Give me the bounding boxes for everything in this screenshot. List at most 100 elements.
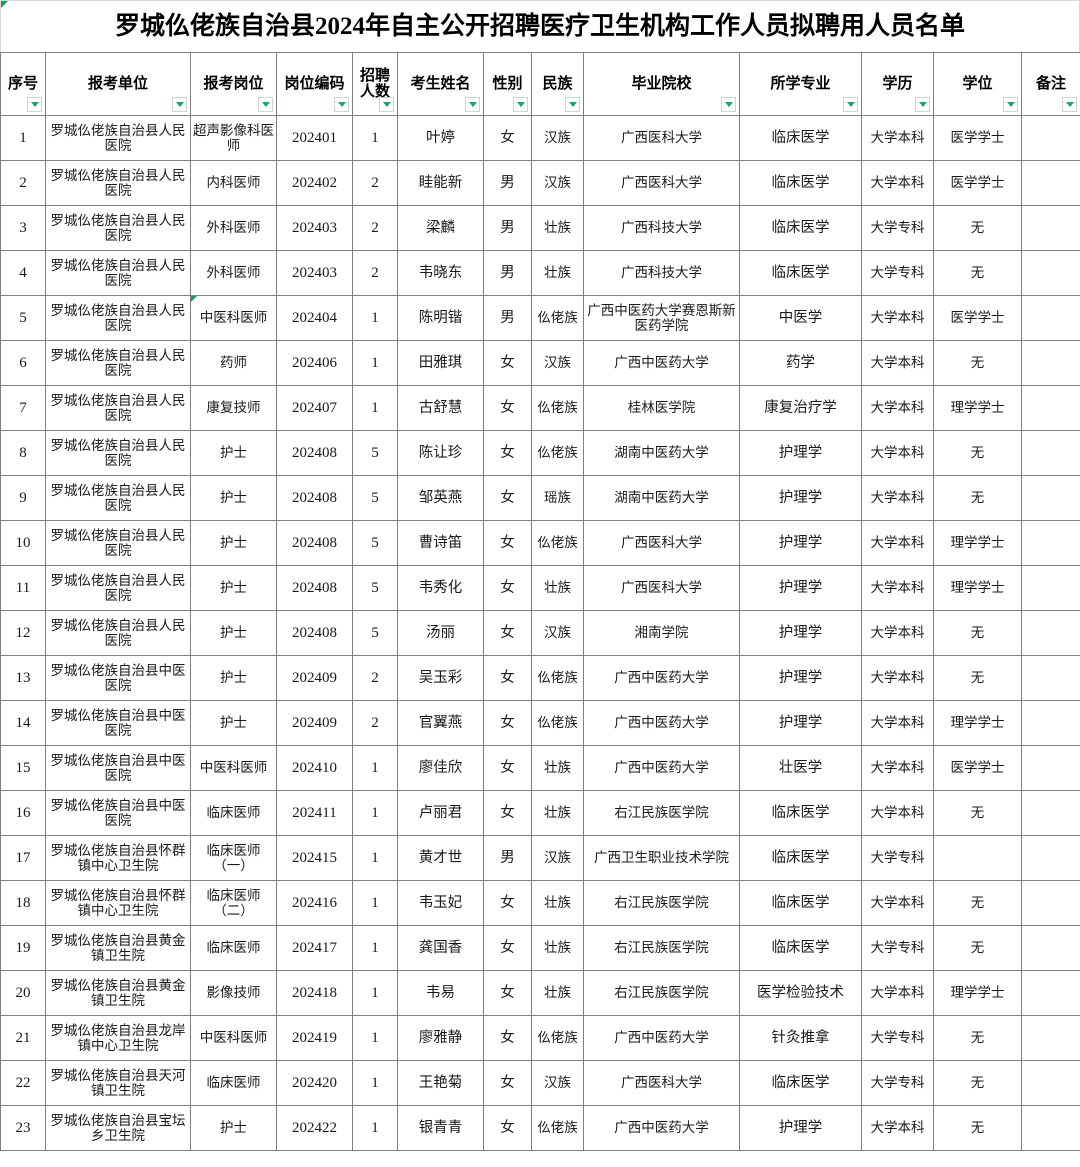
cell-candidate-name[interactable]: 吴玉彩 bbox=[397, 655, 484, 701]
cell-education[interactable]: 大学本科 bbox=[861, 610, 934, 656]
cell-unit[interactable]: 罗城仫佬族自治县怀群镇中心卫生院 bbox=[45, 835, 191, 881]
cell-code[interactable]: 202404 bbox=[276, 295, 353, 341]
column-header-index[interactable]: 序号 bbox=[0, 52, 46, 116]
cell-major[interactable]: 护理学 bbox=[739, 700, 862, 746]
cell-ethnicity[interactable]: 壮族 bbox=[531, 880, 584, 926]
cell-count[interactable]: 1 bbox=[352, 745, 398, 791]
cell-post[interactable]: 护士 bbox=[190, 430, 277, 476]
cell-note[interactable] bbox=[1021, 565, 1080, 611]
cell-sex[interactable]: 男 bbox=[483, 205, 532, 251]
cell-unit[interactable]: 罗城仫佬族自治县黄金镇卫生院 bbox=[45, 925, 191, 971]
cell-count[interactable]: 1 bbox=[352, 1060, 398, 1106]
cell-sex[interactable]: 女 bbox=[483, 610, 532, 656]
cell-index[interactable]: 3 bbox=[0, 205, 46, 251]
cell-note[interactable] bbox=[1021, 160, 1080, 206]
cell-school[interactable]: 广西中医药大学 bbox=[583, 1105, 740, 1151]
cell-ethnicity[interactable]: 壮族 bbox=[531, 970, 584, 1016]
cell-sex[interactable]: 女 bbox=[483, 475, 532, 521]
cell-school[interactable]: 广西中医药大学 bbox=[583, 340, 740, 386]
cell-post[interactable]: 护士 bbox=[190, 655, 277, 701]
cell-ethnicity[interactable]: 仫佬族 bbox=[531, 520, 584, 566]
cell-count[interactable]: 2 bbox=[352, 700, 398, 746]
cell-major[interactable]: 护理学 bbox=[739, 520, 862, 566]
cell-unit[interactable]: 罗城仫佬族自治县人民医院 bbox=[45, 430, 191, 476]
cell-major[interactable]: 医学检验技术 bbox=[739, 970, 862, 1016]
cell-code[interactable]: 202410 bbox=[276, 745, 353, 791]
cell-candidate-name[interactable]: 韦易 bbox=[397, 970, 484, 1016]
cell-school[interactable]: 广西中医药大学 bbox=[583, 1015, 740, 1061]
cell-school[interactable]: 广西医科大学 bbox=[583, 565, 740, 611]
cell-school[interactable]: 广西科技大学 bbox=[583, 205, 740, 251]
cell-sex[interactable]: 女 bbox=[483, 1105, 532, 1151]
cell-count[interactable]: 1 bbox=[352, 1105, 398, 1151]
cell-count[interactable]: 1 bbox=[352, 790, 398, 836]
filter-dropdown-icon-unit[interactable] bbox=[172, 97, 187, 112]
cell-major[interactable]: 护理学 bbox=[739, 1105, 862, 1151]
cell-degree[interactable]: 理学学士 bbox=[933, 565, 1022, 611]
cell-major[interactable]: 临床医学 bbox=[739, 205, 862, 251]
cell-unit[interactable]: 罗城仫佬族自治县黄金镇卫生院 bbox=[45, 970, 191, 1016]
cell-note[interactable] bbox=[1021, 295, 1080, 341]
cell-education[interactable]: 大学本科 bbox=[861, 385, 934, 431]
cell-unit[interactable]: 罗城仫佬族自治县人民医院 bbox=[45, 520, 191, 566]
cell-unit[interactable]: 罗城仫佬族自治县中医医院 bbox=[45, 790, 191, 836]
cell-major[interactable]: 临床医学 bbox=[739, 790, 862, 836]
cell-ethnicity[interactable]: 壮族 bbox=[531, 790, 584, 836]
cell-note[interactable] bbox=[1021, 610, 1080, 656]
cell-school[interactable]: 右江民族医学院 bbox=[583, 880, 740, 926]
cell-ethnicity[interactable]: 汉族 bbox=[531, 835, 584, 881]
cell-count[interactable]: 5 bbox=[352, 565, 398, 611]
filter-dropdown-icon-degree[interactable] bbox=[1003, 97, 1018, 112]
cell-count[interactable]: 5 bbox=[352, 430, 398, 476]
cell-ethnicity[interactable]: 仫佬族 bbox=[531, 1015, 584, 1061]
cell-post[interactable]: 护士 bbox=[190, 520, 277, 566]
cell-education[interactable]: 大学本科 bbox=[861, 430, 934, 476]
cell-unit[interactable]: 罗城仫佬族自治县中医医院 bbox=[45, 700, 191, 746]
cell-degree[interactable]: 医学学士 bbox=[933, 160, 1022, 206]
cell-education[interactable]: 大学专科 bbox=[861, 205, 934, 251]
filter-dropdown-icon-code[interactable] bbox=[334, 97, 349, 112]
cell-candidate-name[interactable]: 叶婷 bbox=[397, 115, 484, 161]
cell-post[interactable]: 护士 bbox=[190, 1105, 277, 1151]
cell-major[interactable]: 护理学 bbox=[739, 565, 862, 611]
cell-note[interactable] bbox=[1021, 115, 1080, 161]
cell-count[interactable]: 1 bbox=[352, 295, 398, 341]
cell-sex[interactable]: 男 bbox=[483, 295, 532, 341]
cell-degree[interactable]: 无 bbox=[933, 1015, 1022, 1061]
cell-candidate-name[interactable]: 韦晓东 bbox=[397, 250, 484, 296]
cell-post[interactable]: 中医科医师 bbox=[190, 1015, 277, 1061]
cell-ethnicity[interactable]: 瑶族 bbox=[531, 475, 584, 521]
cell-code[interactable]: 202403 bbox=[276, 250, 353, 296]
cell-ethnicity[interactable]: 汉族 bbox=[531, 160, 584, 206]
cell-sex[interactable]: 女 bbox=[483, 385, 532, 431]
cell-post[interactable]: 临床医师（二） bbox=[190, 880, 277, 926]
cell-education[interactable]: 大学本科 bbox=[861, 880, 934, 926]
cell-post[interactable]: 中医科医师 bbox=[190, 745, 277, 791]
cell-count[interactable]: 2 bbox=[352, 655, 398, 701]
cell-note[interactable] bbox=[1021, 250, 1080, 296]
cell-ethnicity[interactable]: 壮族 bbox=[531, 925, 584, 971]
cell-note[interactable] bbox=[1021, 925, 1080, 971]
cell-degree[interactable]: 医学学士 bbox=[933, 115, 1022, 161]
cell-post[interactable]: 护士 bbox=[190, 475, 277, 521]
cell-school[interactable]: 广西医科大学 bbox=[583, 1060, 740, 1106]
cell-education[interactable]: 大学本科 bbox=[861, 340, 934, 386]
cell-index[interactable]: 4 bbox=[0, 250, 46, 296]
cell-school[interactable]: 湖南中医药大学 bbox=[583, 475, 740, 521]
cell-post[interactable]: 影像技师 bbox=[190, 970, 277, 1016]
cell-candidate-name[interactable]: 韦秀化 bbox=[397, 565, 484, 611]
cell-major[interactable]: 壮医学 bbox=[739, 745, 862, 791]
cell-post[interactable]: 超声影像科医师 bbox=[190, 115, 277, 161]
cell-unit[interactable]: 罗城仫佬族自治县人民医院 bbox=[45, 295, 191, 341]
cell-education[interactable]: 大学本科 bbox=[861, 115, 934, 161]
cell-post[interactable]: 临床医师 bbox=[190, 790, 277, 836]
cell-major[interactable]: 临床医学 bbox=[739, 835, 862, 881]
cell-sex[interactable]: 男 bbox=[483, 250, 532, 296]
cell-note[interactable] bbox=[1021, 1060, 1080, 1106]
cell-index[interactable]: 11 bbox=[0, 565, 46, 611]
cell-post[interactable]: 护士 bbox=[190, 700, 277, 746]
cell-note[interactable] bbox=[1021, 745, 1080, 791]
column-header-unit[interactable]: 报考单位 bbox=[45, 52, 191, 116]
cell-note[interactable] bbox=[1021, 340, 1080, 386]
cell-unit[interactable]: 罗城仫佬族自治县怀群镇中心卫生院 bbox=[45, 880, 191, 926]
